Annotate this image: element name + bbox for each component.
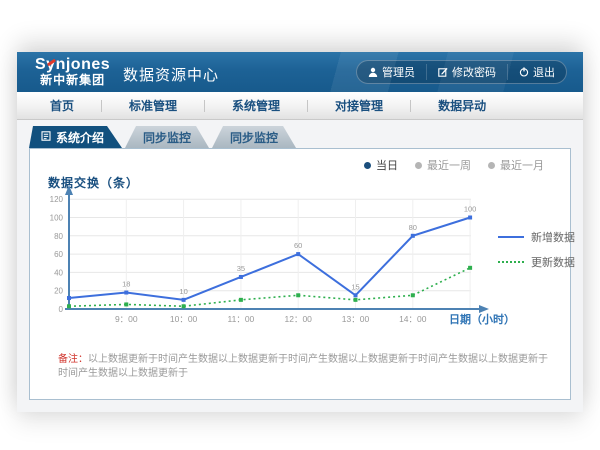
svg-text:9：00: 9：00 xyxy=(115,314,138,324)
legend-item-new-data: 新增数据 xyxy=(498,229,575,245)
change-password-label: 修改密码 xyxy=(452,64,496,80)
edit-icon xyxy=(438,67,448,77)
legend-item-update-data: 更新数据 xyxy=(498,254,575,270)
user-bar: 管理员 修改密码 退出 xyxy=(356,60,567,84)
tab-label: 同步监控 xyxy=(143,129,191,146)
svg-text:80: 80 xyxy=(54,232,63,241)
legend-label: 新增数据 xyxy=(531,229,575,245)
svg-text:18: 18 xyxy=(122,280,130,289)
dotted-line-icon xyxy=(498,261,524,263)
tab-bar: 系统介绍 同步监控 同步监控 xyxy=(29,126,296,148)
tab-system-intro[interactable]: 系统介绍 xyxy=(29,126,122,148)
brand-logo-cn: 新中新集团 xyxy=(35,74,110,87)
series-legend: 新增数据 更新数据 xyxy=(498,229,575,279)
svg-text:13：00: 13：00 xyxy=(342,314,370,324)
nav-item-home[interactable]: 首页 xyxy=(23,97,101,114)
footnote: 备注：以上数据更新于时间产生数据以上数据更新于时间产生数据以上数据更新于时间产生… xyxy=(58,353,554,381)
page-title: 数据资源中心 xyxy=(123,64,219,85)
svg-text:60: 60 xyxy=(54,250,63,259)
document-icon xyxy=(41,130,51,144)
footnote-text: 以上数据更新于时间产生数据以上数据更新于时间产生数据以上数据更新于时间产生数据以… xyxy=(58,354,548,379)
main-nav: 首页 标准管理 系统管理 对接管理 数据异动 xyxy=(17,92,583,120)
svg-text:40: 40 xyxy=(54,268,63,277)
power-icon xyxy=(519,67,529,77)
footnote-prefix: 备注： xyxy=(58,354,88,365)
brand-logo-en: Synjones xyxy=(35,56,110,74)
nav-item-interface-management[interactable]: 对接管理 xyxy=(308,97,410,114)
content-area: 系统介绍 同步监控 同步监控 当日 最近一周 xyxy=(17,120,583,412)
svg-text:10：00: 10：00 xyxy=(170,314,198,324)
tab-sync-monitor-1[interactable]: 同步监控 xyxy=(125,126,209,148)
svg-text:14：00: 14：00 xyxy=(399,314,427,324)
legend-label: 更新数据 xyxy=(531,254,575,270)
logout-label: 退出 xyxy=(533,64,555,80)
svg-text:11：00: 11：00 xyxy=(228,314,255,324)
app-window: Synjones 新中新集团 数据资源中心 管理员 修改密码 xyxy=(17,52,583,412)
svg-text:12：00: 12：00 xyxy=(284,314,312,324)
svg-text:日期（小时）: 日期（小时） xyxy=(449,312,515,326)
svg-text:15: 15 xyxy=(351,282,359,291)
user-icon xyxy=(368,67,378,77)
svg-text:100: 100 xyxy=(50,214,64,223)
nav-item-data-change[interactable]: 数据异动 xyxy=(411,97,513,114)
svg-text:10: 10 xyxy=(179,287,187,296)
admin-user-button[interactable]: 管理员 xyxy=(357,64,426,80)
tab-label: 同步监控 xyxy=(230,129,278,146)
admin-user-label: 管理员 xyxy=(382,64,415,80)
tab-sync-monitor-2[interactable]: 同步监控 xyxy=(212,126,296,148)
header: Synjones 新中新集团 数据资源中心 管理员 修改密码 xyxy=(17,52,583,92)
nav-item-standard-management[interactable]: 标准管理 xyxy=(102,97,204,114)
svg-text:100: 100 xyxy=(464,205,477,214)
svg-text:0: 0 xyxy=(59,305,64,314)
svg-text:120: 120 xyxy=(50,195,64,204)
svg-text:20: 20 xyxy=(54,287,63,296)
change-password-button[interactable]: 修改密码 xyxy=(426,64,507,80)
solid-line-icon xyxy=(498,236,524,238)
svg-text:60: 60 xyxy=(294,241,302,250)
tab-label: 系统介绍 xyxy=(56,129,104,146)
svg-text:80: 80 xyxy=(409,223,417,232)
chart-panel: 当日 最近一周 最近一月 数据交换（条） 0204060801001209：00… xyxy=(29,148,571,400)
svg-text:35: 35 xyxy=(237,264,245,273)
logout-button[interactable]: 退出 xyxy=(507,64,566,80)
brand-logo: Synjones 新中新集团 xyxy=(35,56,110,87)
nav-item-system-management[interactable]: 系统管理 xyxy=(205,97,307,114)
